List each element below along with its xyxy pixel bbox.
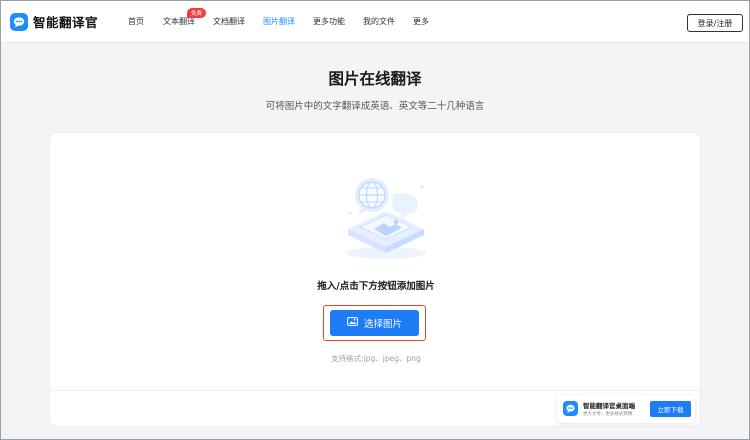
nav-more[interactable]: 更多: [413, 16, 429, 27]
promo-logo-icon: [563, 401, 578, 416]
nav-my-files[interactable]: 我的文件: [363, 16, 395, 27]
app-name: 智能翻译官: [33, 15, 99, 30]
nav-home[interactable]: 首页: [128, 16, 144, 27]
download-now-button[interactable]: 立即下载: [650, 401, 691, 417]
app-window: 智能翻译官 首页 文本翻译 免费 文档翻译 图片翻译 更多功能 我的文件 更多 …: [0, 0, 750, 440]
image-icon: [347, 317, 358, 329]
app-logo[interactable]: 智能翻译官: [10, 12, 98, 31]
nav-image-translate[interactable]: 图片翻译: [263, 16, 295, 27]
upload-dropzone[interactable]: 拖入/点击下方按钮添加图片 选择图片 支持格式:jpg、jpeg、png: [49, 132, 702, 427]
promo-title: 智能翻译官桌面端: [583, 402, 635, 410]
desktop-app-promo[interactable]: 智能翻译官桌面端 更大文件、更多格式转换 立即下载: [557, 395, 695, 423]
select-image-button[interactable]: 选择图片: [330, 310, 419, 336]
top-header: 智能翻译官 首页 文本翻译 免费 文档翻译 图片翻译 更多功能 我的文件 更多 …: [1, 1, 749, 43]
drop-hint-text: 拖入/点击下方按钮添加图片: [317, 281, 435, 292]
promo-description: 更大文件、更多格式转换: [583, 412, 633, 417]
logo-icon: [10, 12, 28, 31]
supported-formats-text: 支持格式:jpg、jpeg、png: [331, 354, 421, 363]
free-badge: 免费: [187, 8, 206, 18]
image-translate-illustration-icon: [346, 178, 426, 259]
panel-divider: [50, 390, 702, 391]
page-subtitle: 可将图片中的文字翻译成英语、英文等二十几种语言: [265, 101, 485, 112]
select-image-label: 选择图片: [363, 319, 402, 330]
login-register-button[interactable]: 登录/注册: [687, 14, 743, 32]
nav-more-features[interactable]: 更多功能: [313, 16, 345, 27]
page-title: 图片在线翻译: [328, 70, 422, 88]
nav-document-translate[interactable]: 文档翻译: [213, 16, 245, 27]
